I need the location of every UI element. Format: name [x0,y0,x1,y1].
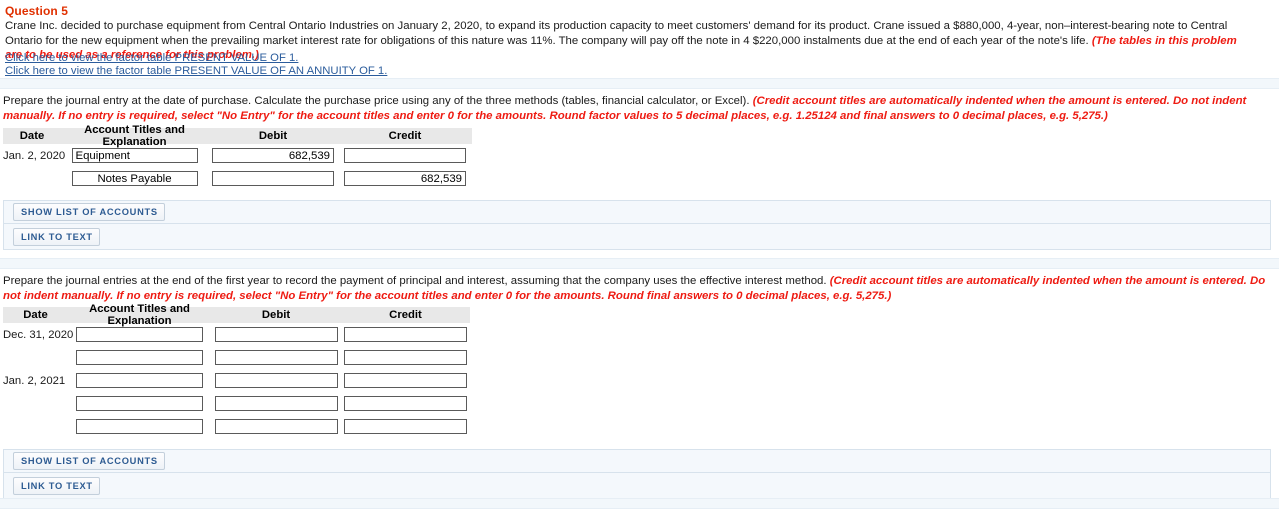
link-to-text-button[interactable]: LINK TO TEXT [13,227,100,246]
table-a-header-date: Date [19,130,45,142]
account-title-input[interactable] [71,171,198,186]
credit-amount-input[interactable] [344,327,467,342]
table-row: Jan. 2, 2020 [3,144,472,167]
section-divider-1 [0,78,1279,89]
show-list-of-accounts-button[interactable]: SHOW LIST OF ACCOUNTS [13,452,165,470]
table-b-header-credit: Credit [389,309,422,321]
credit-amount-input[interactable] [344,148,466,163]
row-account-cell [68,327,211,342]
row-credit-cell [341,327,470,342]
row-debit-cell [208,148,338,163]
table-b-header-account: Account Titles and Explanation [89,303,190,327]
table-b-header-debit: Debit [261,309,291,321]
part-a-instruction: Prepare the journal entry at the date of… [3,94,1268,123]
credit-amount-input[interactable] [344,373,467,388]
account-title-input[interactable] [76,396,203,411]
table-b-header-row: Date Account Titles and Explanation Debi… [3,303,470,327]
part-a-instruction-text: Prepare the journal entry at the date of… [3,95,753,107]
row-account-cell [68,396,211,411]
link-to-text-button[interactable]: LINK TO TEXT [13,476,100,495]
row-credit-cell [341,373,470,388]
table-row: Dec. 31, 2020 [3,323,470,346]
row-account-cell [68,350,211,365]
table-a-header-row: Date Account Titles and Explanation Debi… [3,124,472,148]
row-credit-cell [341,396,470,411]
debit-amount-input[interactable] [214,396,338,411]
journal-entry-table-a: Date Account Titles and Explanation Debi… [3,124,472,190]
row-account-cell [68,419,211,434]
journal-entry-table-b: Date Account Titles and Explanation Debi… [3,303,470,438]
table-row [3,392,470,415]
table-a-header-account: Account Titles and Explanation [84,124,185,148]
part-a-action-panels: SHOW LIST OF ACCOUNTS LINK TO TEXT [3,200,1271,250]
row-debit-cell [211,327,341,342]
link-present-value-of-annuity-of-1[interactable]: Click here to view the factor table PRES… [5,65,387,78]
section-divider-2 [0,258,1279,269]
account-title-input[interactable] [71,148,198,163]
account-title-input[interactable] [76,327,203,342]
row-credit-cell [338,148,472,163]
table-b-header-date: Date [23,309,48,321]
debit-amount-input[interactable] [214,373,338,388]
debit-amount-input[interactable] [214,419,338,434]
credit-amount-input[interactable] [344,350,467,365]
debit-amount-input[interactable] [212,148,334,163]
table-a-body: Jan. 2, 2020 [3,144,472,190]
row-date: Dec. 31, 2020 [3,328,74,341]
row-account-cell [61,148,208,163]
row-debit-cell [211,350,341,365]
part-b-link-to-text-panel: LINK TO TEXT [3,473,1271,499]
row-date: Jan. 2, 2021 [3,374,66,387]
table-row: Jan. 2, 2021 [3,369,470,392]
part-b-action-panels: SHOW LIST OF ACCOUNTS LINK TO TEXT [3,449,1271,499]
problem-statement-text: Crane Inc. decided to purchase equipment… [5,20,1228,47]
row-account-cell [68,373,211,388]
table-b-body: Dec. 31, 2020 Jan. 2, 2021 [3,323,470,438]
debit-amount-input[interactable] [214,350,338,365]
account-title-input[interactable] [76,419,203,434]
part-a-link-to-text-panel: LINK TO TEXT [3,224,1271,250]
row-credit-cell [341,350,470,365]
part-b-show-list-panel: SHOW LIST OF ACCOUNTS [3,449,1271,473]
table-a-header-credit: Credit [388,130,422,142]
row-account-cell [61,171,208,186]
credit-amount-input[interactable] [344,419,467,434]
row-credit-cell [338,171,472,186]
debit-amount-input[interactable] [214,327,338,342]
table-row [3,346,470,369]
row-credit-cell [341,419,470,434]
part-b-instruction: Prepare the journal entries at the end o… [3,274,1268,303]
part-b-instruction-text: Prepare the journal entries at the end o… [3,275,830,287]
page-title: Question 5 [5,4,69,18]
row-debit-cell [211,373,341,388]
section-divider-3 [0,498,1279,509]
credit-amount-input[interactable] [344,171,466,186]
account-title-input[interactable] [76,373,203,388]
account-title-input[interactable] [76,350,203,365]
part-a-show-list-panel: SHOW LIST OF ACCOUNTS [3,200,1271,224]
row-debit-cell [211,396,341,411]
link-present-value-of-1[interactable]: Click here to view the factor table PRES… [5,52,387,65]
show-list-of-accounts-button[interactable]: SHOW LIST OF ACCOUNTS [13,203,165,221]
credit-amount-input[interactable] [344,396,467,411]
table-row [3,415,470,438]
table-a-header-debit: Debit [258,130,288,142]
table-row [3,167,472,190]
row-debit-cell [211,419,341,434]
row-date: Jan. 2, 2020 [3,149,66,162]
debit-amount-input[interactable] [212,171,334,186]
factor-table-links: Click here to view the factor table PRES… [5,52,387,77]
row-debit-cell [208,171,338,186]
